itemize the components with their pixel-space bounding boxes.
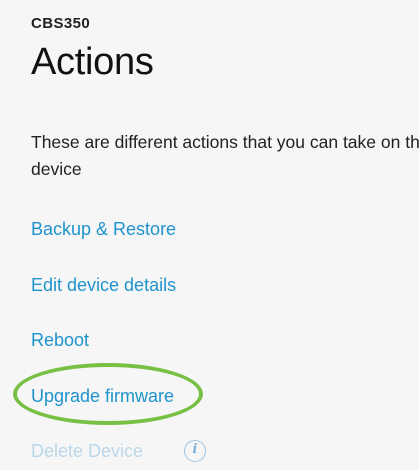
upgrade-firmware-link[interactable]: Upgrade firmware: [31, 386, 174, 407]
delete-device-link: Delete Device: [31, 441, 144, 461]
reboot-link[interactable]: Reboot: [31, 330, 89, 351]
actions-description: These are different actions that you can…: [31, 132, 419, 179]
edit-device-details-link[interactable]: Edit device details: [31, 275, 176, 296]
info-icon[interactable]: i: [184, 440, 206, 462]
backup-restore-link[interactable]: Backup & Restore: [31, 219, 176, 240]
page-title: Actions: [31, 41, 154, 83]
device-name: CBS350: [31, 15, 91, 32]
actions-screen: CBS350 Actions These are different actio…: [0, 0, 419, 470]
